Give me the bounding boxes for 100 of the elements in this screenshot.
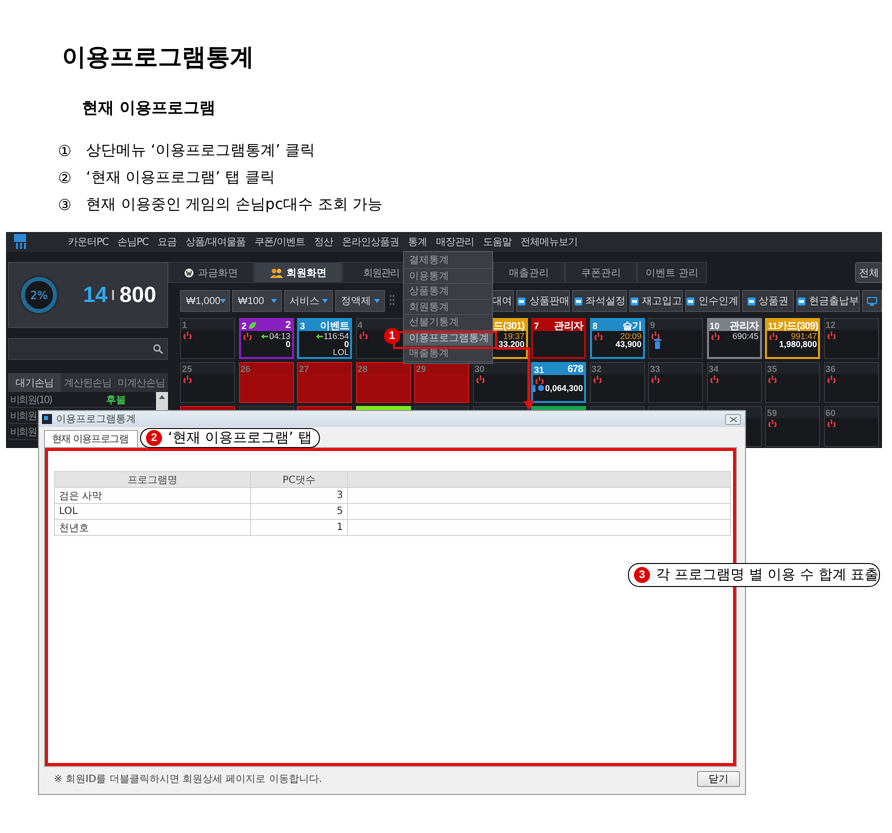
menu-item[interactable]: 정산 [314,235,333,249]
menu-item[interactable]: 결제통계 [404,253,492,268]
main-tab[interactable]: 쿠폰관리 [565,262,637,283]
table-cell: 1 [250,520,348,536]
seat-time: 19:37 [503,332,524,340]
amount-dropdown[interactable]: 서비스 [284,290,334,312]
dialog-tab[interactable]: 현재 이용프로그램 [44,430,138,447]
list-tab[interactable]: 미계산손님 [114,373,168,392]
seat-label: 이벤트 [320,320,349,332]
table-cell: 검은 사막 [54,488,250,504]
seat-tile[interactable]: 59 [765,406,820,447]
people-icon [270,268,282,278]
seat-tile[interactable]: 25 [180,362,235,403]
close-button[interactable] [725,414,741,424]
main-tab[interactable]: 매출관리 [493,262,565,283]
seat-tile[interactable]: 36 [824,362,878,403]
search-field[interactable] [8,338,168,360]
seat-tile[interactable]: 12 [824,318,878,359]
menu-item[interactable]: 요금 [158,235,177,249]
seat-number: 12 [826,320,836,330]
seat-number: 25 [182,364,192,374]
arrow-up-icon [159,395,165,399]
menu-item[interactable]: 전체메뉴보기 [520,235,578,249]
seat-tile[interactable]: 35 [765,362,820,403]
seat-tile[interactable]: 1 [180,318,235,359]
square-icon [630,296,639,306]
seat-number: 29 [416,364,426,374]
seat-tile[interactable]: 11카드(309) 991:47 1,980,800 [765,318,820,359]
seat-tile[interactable]: 8 슬기 20:09 43,900 [590,318,644,359]
toolbar-button[interactable] [862,290,882,312]
step-badge: 2 [146,430,162,446]
menu-item[interactable]: 매장관리 [436,235,474,249]
menu-item[interactable]: 도움말 [482,235,512,249]
toolbar-button[interactable]: 인수인계 [685,290,740,312]
menu-item[interactable]: 온라인상품권 [342,235,399,249]
menu-item[interactable]: 선불기통계 [404,315,492,330]
seat-tile[interactable]: 31 678 0,064,300 [531,362,586,403]
main-tab[interactable]: 과금화면 [168,262,254,283]
list-tab[interactable]: 대기손님 [8,373,62,392]
seat-number: 26 [240,364,251,374]
seat-label: 슬기 [622,320,642,332]
list-tab[interactable]: 계산된손님 [61,373,115,392]
seat-tile[interactable]: 7 관리자 [531,318,586,359]
seat-number: 32 [592,364,602,374]
scrollbar[interactable] [156,392,168,410]
seat-time: 690:45 [732,332,758,340]
seat-tile[interactable]: 32 [590,362,644,403]
menu-item[interactable]: 상품통계 [404,284,492,300]
callout-text: ‘현재 이용프로그램’ 탭 [168,429,312,447]
toolbar-button[interactable]: 상품권 [742,290,794,312]
seat-time: 991:47 [791,332,817,340]
menu-item[interactable]: 이용통계 [404,268,492,284]
menu-item[interactable]: 쿠폰/이벤트 [254,235,305,249]
seat-label: 관리자 [730,320,758,332]
main-tab[interactable]: 이벤트 관리 [637,262,707,283]
menu-item[interactable]: 카운터PC [68,235,109,249]
seat-tile[interactable]: 10 관리자 690:45 [706,318,762,359]
seat-amount: 43,900 [616,340,642,348]
menu-item[interactable]: 회원통계 [404,300,492,315]
toolbar-button[interactable]: 상품판매 [516,290,570,312]
menu-item[interactable]: 매출통계 [404,346,492,362]
step-number: ② [58,168,72,186]
all-button[interactable]: 전체 [855,262,882,283]
seat-time: 20:09 [620,332,642,340]
step-number: ① [58,142,72,160]
seat-tile[interactable]: 33 [648,362,703,403]
toolbar-button[interactable]: 재고입고 [628,290,684,312]
seat-amount: 0 [286,340,290,348]
seat-amount: 33,200 [498,340,524,348]
menu-item[interactable]: 상품/대여물품 [186,235,246,249]
menu-item[interactable]: 손님PC [118,235,149,249]
main-tab[interactable]: 회원화면 [254,262,342,283]
close-button[interactable]: 닫기 [697,771,740,787]
table-cell: LOL [54,504,250,520]
seat-number: 60 [826,408,836,418]
seat-tile[interactable]: 34 [706,362,762,403]
seat-tile[interactable]: 60 [824,406,878,447]
seat-number: 10 [710,320,720,330]
step-text: 상단메뉴 ‘이용프로그램통계’ 클릭 [86,141,316,160]
seat-number: 36 [826,364,836,374]
seat-number: 1 [182,320,188,330]
seat-tile[interactable]: 30 [472,362,528,403]
coin-icon [184,268,194,278]
amount-dropdown[interactable]: 정액제 [335,290,385,312]
seat-number: 7 [534,320,540,330]
toolbar-button[interactable]: 좌석설정 [572,290,627,312]
seat-tile[interactable]: 9 [648,318,703,359]
amount-dropdown[interactable]: ₩1,000 [180,290,230,312]
seat-number: 31 [534,364,544,374]
step-text: 현재 이용중인 게임의 손님pc대수 조회 가능 [86,195,383,214]
footer-note: ※ 회원ID를 더블클릭하시면 회원상세 페이지로 이동합니다. [54,773,322,786]
seat-tile[interactable]: 2 2 04:13 0 [238,318,294,359]
seat-label: 카드(309) [778,320,818,332]
table-cell: 5 [250,504,348,520]
menu-item[interactable]: 통계 [408,235,427,249]
seat-game: LOL [332,348,349,356]
column-header: 프로그램명 [54,472,250,488]
seat-tile[interactable]: 3 이벤트 116:54 0 LOL [297,318,352,359]
toolbar-button[interactable]: 현금출납부 [796,290,860,312]
amount-dropdown[interactable]: ₩100 [232,290,282,312]
